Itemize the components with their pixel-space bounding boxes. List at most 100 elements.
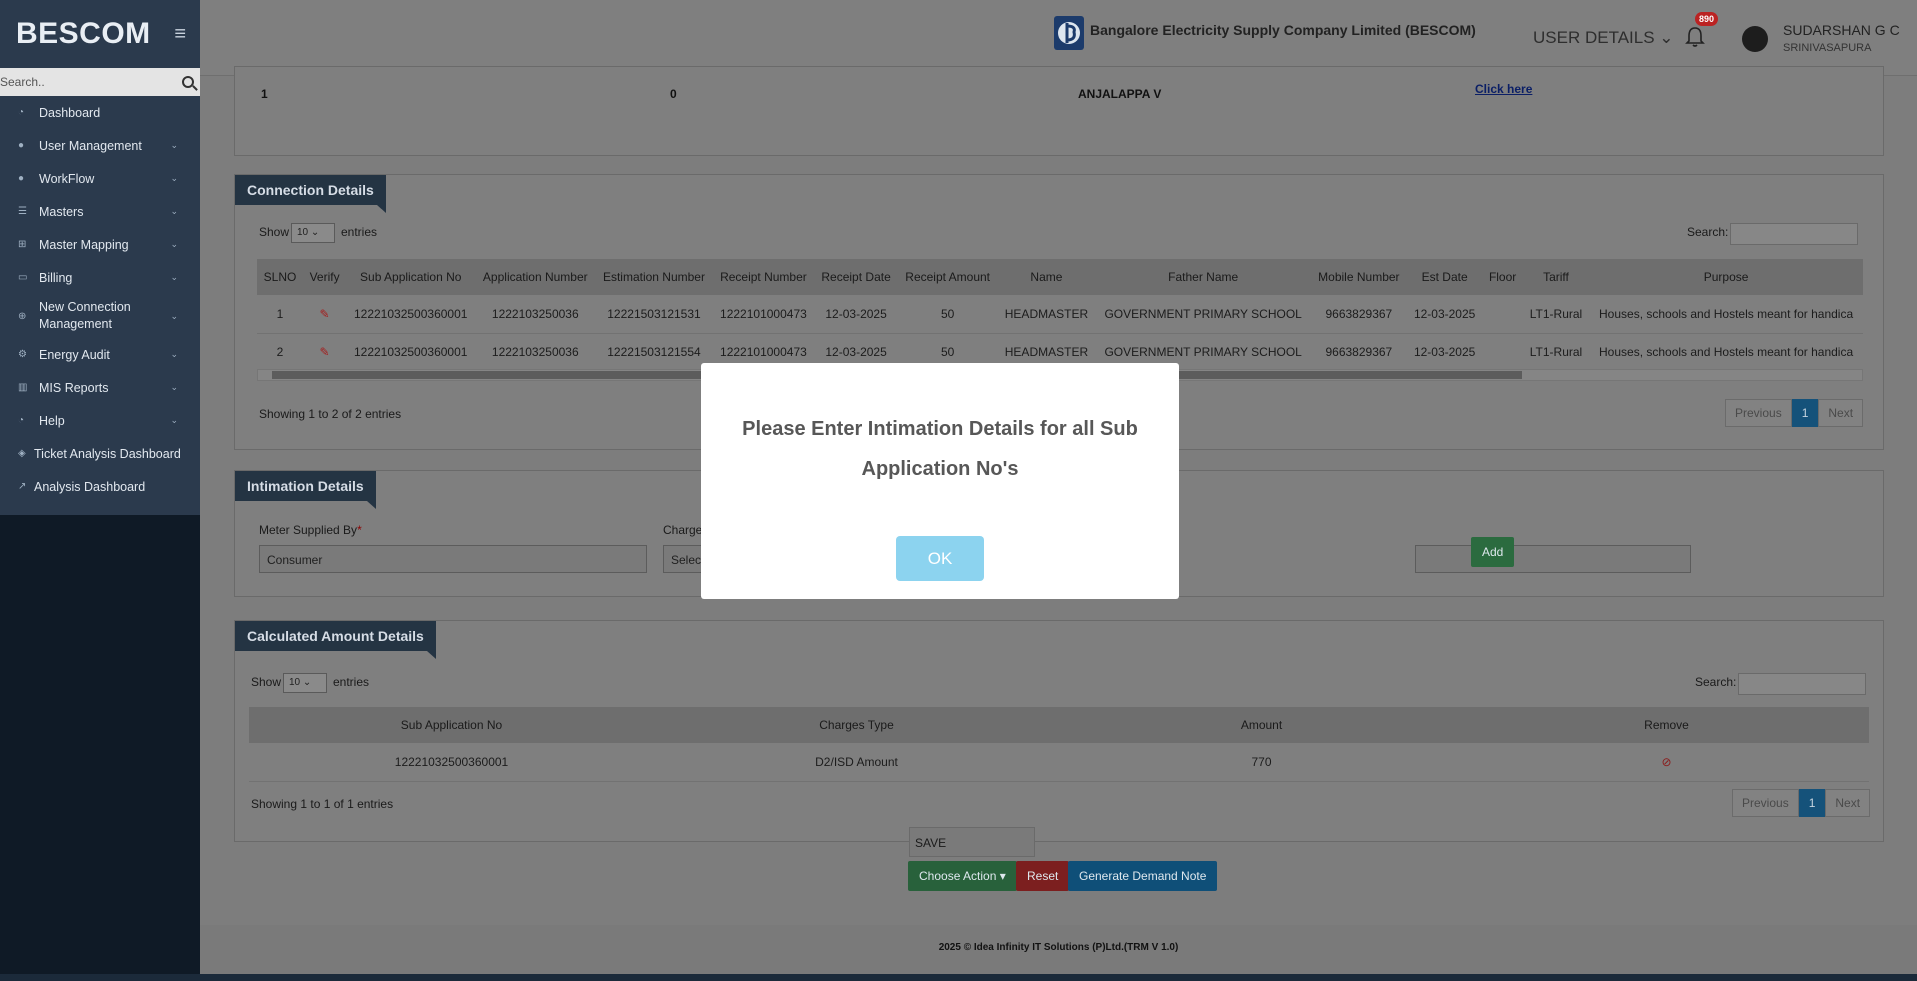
column-header[interactable]: Sub Application No [249, 707, 654, 743]
column-header[interactable]: Remove [1464, 707, 1869, 743]
table-cell: 2 [257, 333, 303, 372]
required-marker: * [357, 523, 362, 537]
sidebar-item-help[interactable]: ◔ Help ⌄ [0, 404, 200, 437]
sidebar-item-energy-audit[interactable]: ⚙ Energy Audit ⌄ [0, 338, 200, 371]
entries-label: entries [341, 225, 378, 239]
taskbar [0, 974, 1917, 981]
table-cell: ✎ [302, 333, 347, 372]
page-1-button[interactable]: 1 [1791, 399, 1819, 427]
save-menu-item[interactable]: SAVE [909, 827, 1035, 857]
show-label: Show [259, 225, 290, 239]
table-cell: D2/ISD Amount [654, 743, 1059, 782]
next-button[interactable]: Next [1825, 789, 1871, 817]
table-cell: Houses, schools and Hostels meant for ha… [1589, 333, 1863, 372]
pagination: Previous 1 Next [1732, 789, 1871, 817]
generate-demand-note-button[interactable]: Generate Demand Note [1068, 861, 1218, 891]
table-header-row: SLNO Verify Sub Application No Applicati… [257, 259, 1863, 295]
column-header[interactable]: Verify [302, 259, 347, 295]
chevron-down-icon: ⌄ [170, 382, 178, 392]
add-button[interactable]: Add [1471, 537, 1515, 567]
previous-button[interactable]: Previous [1725, 399, 1792, 427]
sidebar: BESCOM ≡ Search.. ◔ Dashboard ● User Manag… [0, 0, 200, 981]
company-name: Bangalore Electricity Supply Company Lim… [1090, 22, 1476, 38]
search-input[interactable] [1730, 223, 1858, 245]
edit-icon[interactable]: ✎ [320, 307, 330, 321]
table-cell: 9663829367 [1310, 333, 1407, 372]
entries-select[interactable]: 10 ⌄ [291, 223, 335, 243]
entries-select-value: 10 [297, 227, 309, 238]
table-cell [1482, 333, 1523, 372]
charge-label: Charge [663, 523, 703, 537]
edit-icon[interactable]: ✎ [320, 345, 330, 359]
column-header[interactable]: Sub Application No [346, 259, 476, 295]
previous-button[interactable]: Previous [1732, 789, 1799, 817]
table-cell: 12221032500360001 [249, 743, 654, 782]
sidebar-item-workflow[interactable]: ● WorkFlow ⌄ [0, 162, 200, 195]
sidebar-item-new-connection[interactable]: ⊕ New Connection Management ⌄ [0, 294, 200, 338]
table-cell: 9663829367 [1310, 295, 1407, 334]
click-here-link[interactable]: Click here [1475, 82, 1532, 96]
menu-toggle-icon[interactable]: ≡ [174, 23, 186, 46]
table-cell: 1222103250036 [475, 333, 596, 372]
ok-button[interactable]: OK [896, 536, 984, 581]
ticket-icon: ◈ [18, 448, 26, 459]
sidebar-item-label: Master Mapping [39, 237, 129, 252]
alert-message: Please Enter Intimation Details for all … [742, 418, 1138, 480]
column-header[interactable]: Estimation Number [595, 259, 713, 295]
column-header[interactable]: Est Date [1406, 259, 1483, 295]
sidebar-item-analysis-dashboard[interactable]: ↗ Analysis Dashboard [0, 470, 200, 503]
workflow-icon: ● [18, 173, 25, 184]
column-header[interactable]: Receipt Date [814, 259, 898, 295]
choose-action-button[interactable]: Choose Action ▾ [908, 861, 1017, 891]
reset-button[interactable]: Reset [1016, 861, 1070, 891]
sidebar-item-billing[interactable]: ▭ Billing ⌄ [0, 261, 200, 294]
applicant-panel: 1 0 ANJALAPPA V Click here [234, 66, 1884, 156]
column-header[interactable]: Purpose [1589, 259, 1863, 295]
sidebar-item-mis-reports[interactable]: ▥ MIS Reports ⌄ [0, 371, 200, 404]
footer: 2025 © Idea Infinity IT Solutions (P)Ltd… [200, 925, 1917, 975]
page-1-button[interactable]: 1 [1798, 789, 1826, 817]
column-header[interactable]: Father Name [1095, 259, 1311, 295]
sidebar-item-ticket-analysis[interactable]: ◈ Ticket Analysis Dashboard [0, 437, 200, 470]
meter-supplied-text: Meter Supplied By [259, 523, 358, 537]
table-cell: 1222101000473 [712, 295, 815, 334]
column-header[interactable]: Name [997, 259, 1096, 295]
user-details-menu[interactable]: USER DETAILS ⌄ [1533, 28, 1674, 48]
avatar[interactable] [1742, 26, 1768, 52]
choose-action-label: Choose Action [919, 869, 997, 883]
sidebar-search-input[interactable]: Search.. [0, 75, 45, 89]
pagination: Previous 1 Next [1725, 399, 1864, 427]
sidebar-item-master-mapping[interactable]: ⊞ Master Mapping ⌄ [0, 228, 200, 261]
column-header[interactable]: Application Number [475, 259, 596, 295]
column-header[interactable]: Mobile Number [1310, 259, 1407, 295]
next-button[interactable]: Next [1818, 399, 1864, 427]
intimation-input[interactable] [1415, 545, 1691, 573]
remove-icon[interactable]: ⊘ [1661, 755, 1671, 769]
column-header[interactable]: Tariff [1522, 259, 1590, 295]
column-header[interactable]: SLNO [257, 259, 303, 295]
charge-select[interactable]: Select [663, 545, 703, 573]
sidebar-item-label: Help [39, 413, 65, 428]
meter-supplied-select[interactable]: Consumer [259, 545, 647, 573]
show-label: Show [251, 675, 282, 689]
table-info: Showing 1 to 1 of 1 entries [251, 797, 394, 811]
user-name: SUDARSHAN G C [1783, 22, 1900, 38]
sidebar-item-dashboard[interactable]: ◔ Dashboard [0, 96, 200, 129]
entries-select[interactable]: 10 ⌄ [283, 673, 327, 693]
search-input[interactable] [1738, 673, 1866, 695]
bell-icon[interactable] [1684, 26, 1706, 48]
column-header[interactable]: Receipt Amount [897, 259, 998, 295]
sidebar-item-user-management[interactable]: ● User Management ⌄ [0, 129, 200, 162]
column-header[interactable]: Receipt Number [712, 259, 815, 295]
user-icon: ● [18, 140, 25, 151]
column-header[interactable]: Amount [1059, 707, 1464, 743]
alert-dialog: Please Enter Intimation Details for all … [701, 363, 1179, 599]
column-header[interactable]: Floor [1482, 259, 1523, 295]
column-header[interactable]: Charges Type [654, 707, 1059, 743]
meter-supplied-label: Meter Supplied By* [259, 523, 362, 537]
sidebar-search[interactable]: Search.. [0, 68, 200, 96]
table-cell: 1 [257, 295, 303, 334]
sidebar-background [0, 515, 200, 981]
sidebar-item-masters[interactable]: ☰ Masters ⌄ [0, 195, 200, 228]
search-icon[interactable] [182, 76, 194, 88]
